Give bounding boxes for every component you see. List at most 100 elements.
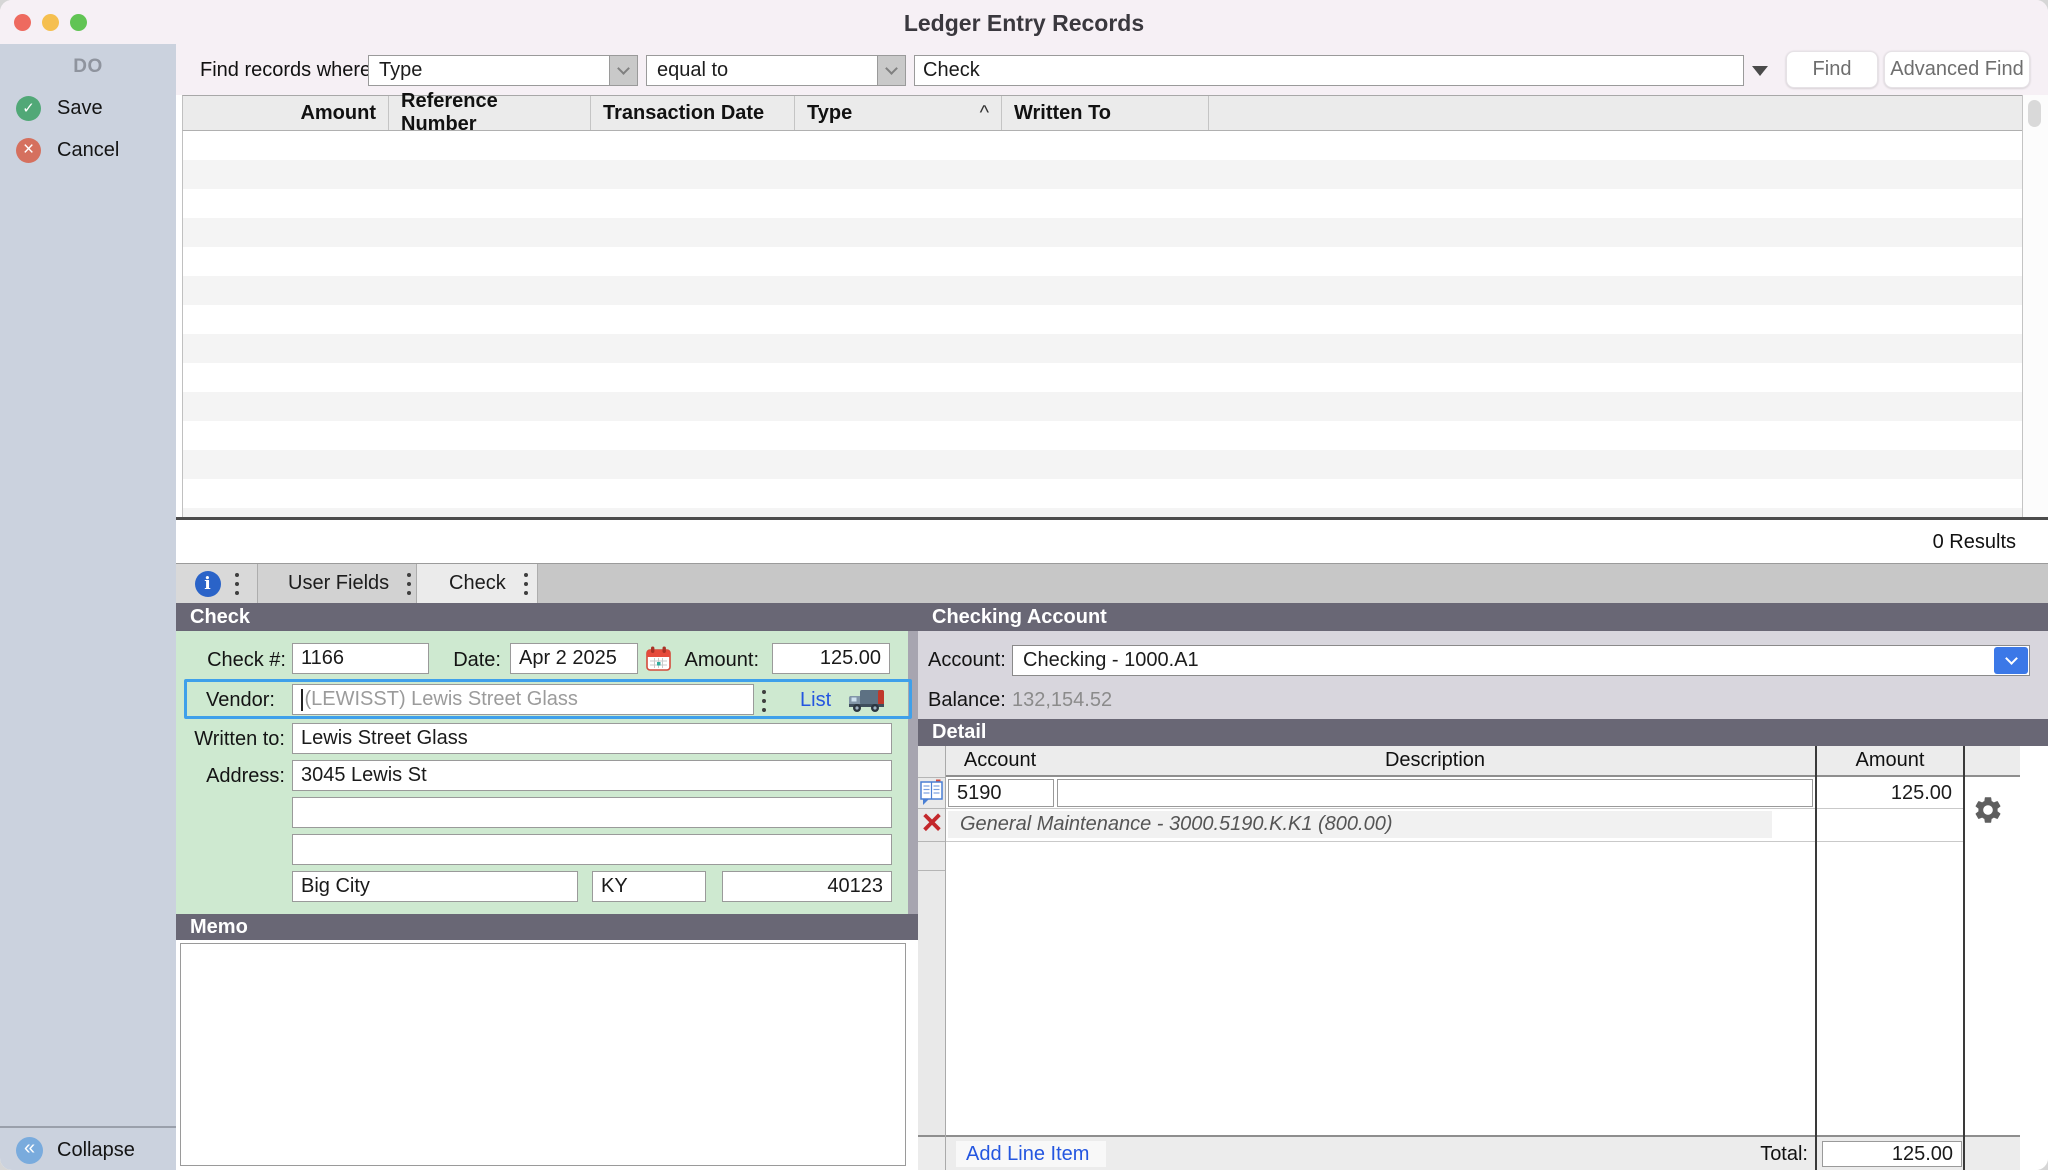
double-chevron-left-icon: « [16,1136,43,1164]
icon-column-right-border [945,746,946,1170]
address-line1-input[interactable]: 3045 Lewis St [292,760,892,791]
records-table-body[interactable] [182,131,2022,517]
memo-section-header: Memo [176,914,918,940]
records-table-header: Amount Reference Number Transaction Date… [182,90,2048,135]
save-button[interactable]: ✓ Save [16,94,166,122]
cancel-button[interactable]: × Cancel [16,136,166,164]
detail-section-header: Detail [918,719,2048,746]
column-header-filler [1209,96,2048,130]
collapse-button[interactable]: « Collapse [16,1136,166,1164]
amount-column-left-border [1815,746,1817,1170]
sidebar-section-label: DO [73,56,103,77]
chevron-down-icon [1994,647,2028,674]
records-scrollbar-track[interactable] [2022,95,2048,517]
balance-value: 132,154.52 [1012,688,1113,711]
total-value: 125.00 [1822,1141,1962,1167]
written-to-label: Written to: [194,728,285,750]
text-cursor [301,688,303,711]
collapse-label: Collapse [57,1138,135,1161]
chevron-down-icon [609,56,637,85]
column-header-transaction-date[interactable]: Transaction Date [591,96,795,130]
find-button[interactable]: Find [1786,51,1878,88]
amount-column-right-border [1963,746,1965,1170]
line-settings-gear-icon[interactable] [1972,794,2004,832]
cancel-x-icon: × [16,137,41,163]
line-item-row-divider [946,808,1964,809]
vendor-input[interactable]: (LEWISST) Lewis Street Glass [292,684,754,715]
column-header-amount[interactable]: Amount [183,96,389,130]
address-line2-input[interactable] [292,797,892,828]
icon-column-divider [918,841,945,842]
ledger-entry-records-window: Ledger Entry Records DO ✓ Save × Cancel … [0,0,2048,1170]
chevron-down-icon [877,56,905,85]
account-dropdown[interactable]: Checking - 1000.A1 [1012,645,2030,676]
check-number-input[interactable]: 1166 [292,643,429,674]
checking-account-header: Checking Account [918,603,2048,631]
memo-textarea[interactable] [180,943,906,1166]
total-label: Total: [1760,1142,1808,1165]
field-dropdown-value: Type [379,59,423,81]
amount-label: Amount: [684,649,759,671]
truck-icon[interactable] [848,688,886,720]
operator-dropdown[interactable]: equal to [646,55,906,86]
sidebar-divider [0,1126,176,1128]
search-history-arrow-icon[interactable] [1752,66,1768,76]
tab-check[interactable]: Check [417,564,537,603]
tab-bar: i User Fields Check [176,563,2048,603]
search-value-input[interactable]: Check [914,55,1744,86]
city-input[interactable]: Big City [292,871,578,902]
amount-input[interactable]: 125.00 [772,643,890,674]
detail-table-background [918,746,2048,1170]
cancel-label: Cancel [57,138,120,161]
field-dropdown[interactable]: Type [368,55,638,86]
panel-gap-strip [908,631,918,914]
date-input[interactable]: Apr 2 2025 [510,643,638,674]
sidebar [0,44,176,1170]
zip-input[interactable]: 40123 [722,871,892,902]
line-item-description-input[interactable] [1057,779,1813,807]
tab-options-icon[interactable] [523,570,528,597]
icon-column-divider [918,777,945,778]
vendor-options-icon[interactable] [762,687,766,714]
results-count: 0 Results [1932,531,2016,553]
tab-options-icon[interactable] [407,570,412,597]
state-input[interactable]: KY [592,871,706,902]
column-header-reference-number[interactable]: Reference Number [389,90,591,135]
detail-column-description[interactable]: Description [1054,746,1816,775]
info-icon: i [194,570,221,597]
tab-options-icon[interactable] [234,570,239,597]
vendor-label: Vendor: [206,689,275,711]
save-check-icon: ✓ [16,95,41,121]
column-header-written-to[interactable]: Written To [1002,96,1209,130]
line-item-account-input[interactable]: 5190 [948,779,1054,807]
account-dropdown-value: Checking - 1000.A1 [1023,649,1199,671]
line-item-account-full-name: General Maintenance - 3000.5190.K.K1 (80… [948,811,1772,838]
find-records-label: Find records where [200,59,372,81]
detail-column-account[interactable]: Account [946,746,1054,775]
window-title: Ledger Entry Records [903,10,1145,36]
line-item-row-divider [946,841,1964,842]
operator-dropdown-value: equal to [657,59,729,81]
address-label: Address: [206,765,285,787]
account-label: Account: [928,649,1006,671]
detail-column-amount[interactable]: Amount [1816,746,1964,775]
line-item-amount[interactable]: 125.00 [1826,779,1952,807]
address-line3-input[interactable] [292,834,892,865]
icon-column-divider [918,870,945,871]
save-label: Save [57,96,103,119]
tab-info[interactable]: i [176,564,257,603]
column-header-type[interactable]: Type ^ [795,96,1002,130]
add-line-item-link[interactable]: Add Line Item [966,1143,1089,1166]
check-section-header: Check [176,603,918,631]
written-to-input[interactable]: Lewis Street Glass [292,723,892,754]
check-number-label: Check #: [207,649,286,671]
advanced-find-button[interactable]: Advanced Find [1884,51,2030,88]
vendor-list-link[interactable]: List [800,689,831,712]
add-line-item-chip[interactable]: Add Line Item [956,1141,1106,1167]
balance-label: Balance: [928,688,1006,711]
sort-ascending-icon: ^ [979,101,989,124]
remove-line-icon[interactable]: × [917,805,947,840]
tab-user-fields[interactable]: User Fields [258,564,416,603]
date-label: Date: [453,649,501,671]
records-scrollbar-thumb[interactable] [2028,100,2041,127]
